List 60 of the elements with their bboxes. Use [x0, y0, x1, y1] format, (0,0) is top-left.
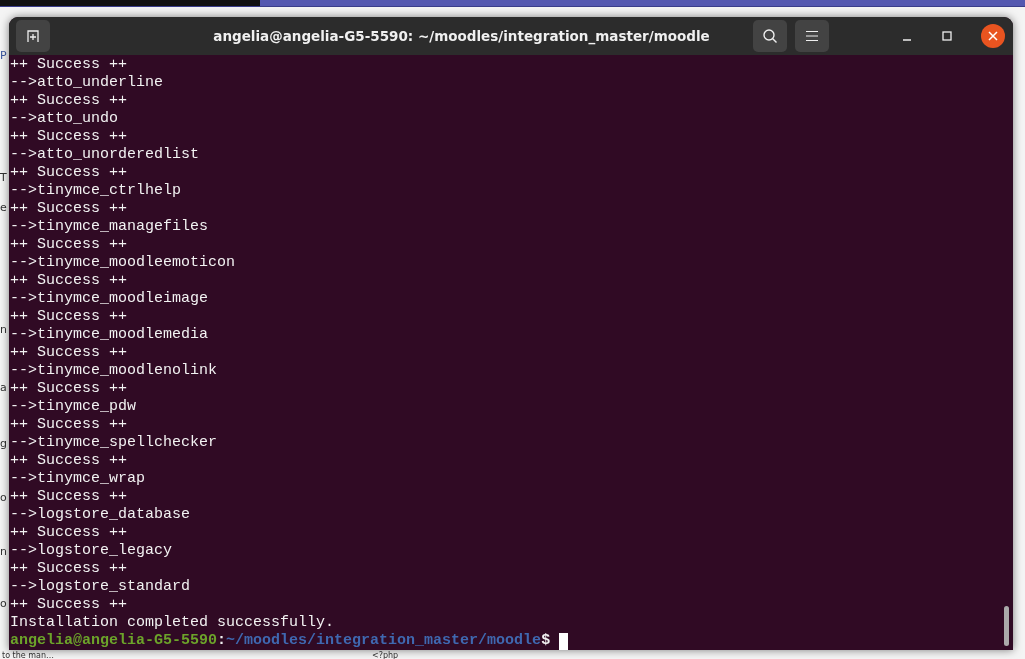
output-line: -->tinymce_moodleemoticon: [10, 254, 237, 272]
close-button[interactable]: [981, 24, 1005, 48]
background-text: a: [0, 381, 7, 394]
output-line: -->tinymce_pdw: [10, 398, 138, 416]
output-line: ++ Success ++: [10, 272, 129, 290]
output-line: -->atto_unorderedlist: [10, 146, 201, 164]
minimize-icon: [903, 39, 911, 41]
output-line: -->tinymce_moodlemedia: [10, 326, 210, 344]
prompt-path: ~/moodles/integration_master/moodle: [226, 632, 542, 650]
text-cursor: [559, 632, 569, 650]
background-text: P: [0, 49, 7, 62]
output-line: -->tinymce_ctrlhelp: [10, 182, 183, 200]
prompt-separator: :: [217, 632, 227, 650]
menu-button[interactable]: [795, 20, 829, 52]
output-line: ++ Success ++: [10, 344, 129, 362]
output-line: -->tinymce_moodleimage: [10, 290, 210, 308]
output-line: -->tinymce_moodlenolink: [10, 362, 219, 380]
output-line: ++ Success ++: [10, 128, 129, 146]
output-line: ++ Success ++: [10, 524, 129, 542]
output-line: ++ Success ++: [10, 488, 129, 506]
output-line: ++ Success ++: [10, 416, 129, 434]
output-line: ++ Success ++: [10, 236, 129, 254]
background-text: e: [0, 201, 7, 214]
new-tab-icon: [26, 29, 40, 43]
search-button[interactable]: [753, 20, 787, 52]
output-line: -->logstore_database: [10, 506, 192, 524]
background-text: n: [0, 323, 7, 336]
background-text: o: [0, 597, 7, 610]
output-line: ++ Success ++: [10, 56, 129, 74]
output-line: ++ Success ++: [10, 200, 129, 218]
window-title: angelia@angelia-G5-5590: ~/moodles/integration_master/moodle: [212, 28, 711, 44]
scrollbar[interactable]: [1004, 606, 1009, 646]
output-line: -->tinymce_managefiles: [10, 218, 210, 236]
background-text: to the man…: [2, 651, 54, 659]
background-text: n: [0, 545, 7, 558]
prompt-user: angelia@angelia-G5-5590: [10, 632, 218, 650]
output-line: -->logstore_standard: [10, 578, 192, 596]
output-line: -->logstore_legacy: [10, 542, 174, 560]
background-text: o: [0, 491, 7, 504]
background-text: <?php: [372, 651, 399, 659]
background-text: g: [0, 437, 7, 450]
output-line: ++ Success ++: [10, 308, 129, 326]
maximize-icon: [942, 31, 952, 41]
output-line: ++ Success ++: [10, 92, 129, 110]
output-line: Installation completed successfully.: [10, 614, 336, 632]
close-icon: [988, 31, 998, 41]
output-line: ++ Success ++: [10, 380, 129, 398]
output-line: ++ Success ++: [10, 596, 129, 614]
prompt-symbol: $: [541, 632, 551, 650]
new-tab-button[interactable]: [16, 20, 50, 52]
output-line: ++ Success ++: [10, 560, 129, 578]
output-line: ++ Success ++: [10, 164, 129, 182]
output-line: -->atto_undo: [10, 110, 120, 128]
search-icon: [762, 28, 778, 44]
menu-icon: [806, 30, 818, 42]
output-line: -->atto_underline: [10, 74, 165, 92]
output-line: -->tinymce_wrap: [10, 470, 147, 488]
output-line: -->tinymce_spellchecker: [10, 434, 219, 452]
background-text: T: [0, 171, 7, 184]
output-line: ++ Success ++: [10, 452, 129, 470]
